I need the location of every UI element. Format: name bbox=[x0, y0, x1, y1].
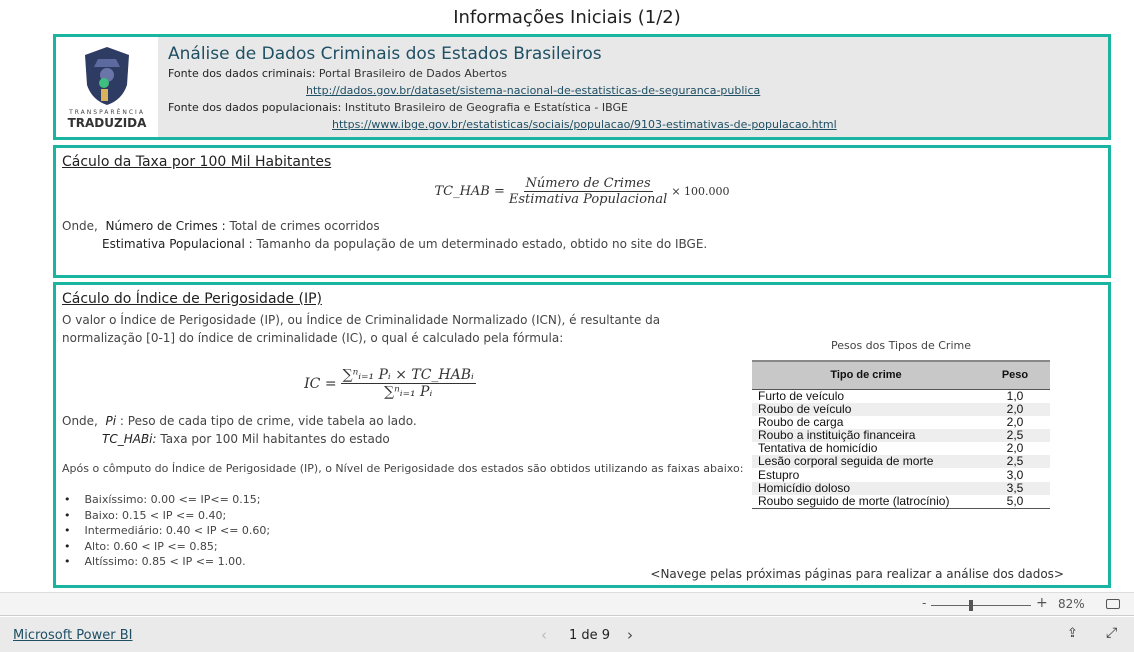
spy-shield-icon bbox=[85, 46, 129, 105]
power-bi-link[interactable]: Microsoft Power BI bbox=[13, 628, 132, 643]
crime-type: Homicídio doloso bbox=[752, 481, 980, 495]
fit-page-icon[interactable] bbox=[1106, 599, 1120, 609]
list-item: Baixo: 0.15 < IP <= 0.40; bbox=[62, 508, 1102, 524]
crime-weight: 2,0 bbox=[1006, 414, 1024, 429]
crime-type: Roubo de carga bbox=[758, 414, 844, 429]
crime-weight: 1,0 bbox=[1006, 388, 1024, 403]
next-page-icon[interactable]: › bbox=[627, 626, 633, 644]
page-indicator: 1 de 9 bbox=[569, 628, 611, 643]
zoom-level: 82% bbox=[1058, 597, 1085, 611]
crime-type: Estupro bbox=[758, 467, 800, 482]
section-title: Cáculo do Índice de Perigosidade (IP) bbox=[62, 291, 322, 307]
crime-weight: 2,0 bbox=[1006, 441, 1024, 456]
table-row: Homicídio doloso 3,5 bbox=[752, 481, 1050, 495]
crime-weight: 3,5 bbox=[980, 481, 1050, 495]
crime-type: Furto de veículo bbox=[758, 388, 845, 403]
population-source-link[interactable]: https://www.ibge.gov.br/estatisticas/soc… bbox=[332, 118, 837, 131]
zoom-out-button[interactable]: - bbox=[922, 596, 926, 610]
crime-weight: 2,5 bbox=[980, 428, 1050, 443]
table-row: Furto de veículo 1,0 bbox=[752, 389, 1050, 403]
table-row: Estupro 3,0 bbox=[752, 468, 1050, 481]
crime-type: Roubo a instituição financeira bbox=[752, 428, 980, 443]
crime-weight: 5,0 bbox=[1006, 493, 1024, 508]
crime-weight: 2,0 bbox=[980, 402, 1050, 416]
share-icon[interactable]: ⇪ bbox=[1067, 626, 1078, 641]
taxa-card: Cáculo da Taxa por 100 Mil Habitantes TC… bbox=[53, 145, 1111, 278]
ic-formula: IC = ∑ⁿᵢ₌₁ Pᵢ × TC_HABᵢ ∑ⁿᵢ₌₁ Pᵢ bbox=[304, 367, 476, 400]
ip-card: Cáculo do Índice de Perigosidade (IP) O … bbox=[53, 282, 1111, 588]
crime-weight: 2,5 bbox=[980, 455, 1050, 469]
fullscreen-icon[interactable]: ⤢ bbox=[1106, 625, 1117, 641]
table-row: Roubo a instituição financeira 2,5 bbox=[752, 428, 1050, 443]
list-item: Intermediário: 0.40 < IP <= 0.60; bbox=[62, 523, 1102, 539]
zoom-in-button[interactable]: + bbox=[1036, 595, 1048, 611]
report-title: Análise de Dados Criminais dos Estados B… bbox=[168, 44, 602, 64]
zoom-bar: - + 82% bbox=[0, 592, 1134, 616]
zoom-slider[interactable] bbox=[931, 600, 1031, 611]
table-row: Roubo seguido de morte (latrocínio) 5,0 bbox=[752, 495, 1050, 509]
weights-table: Pesos dos Tipos de Crime Tipo de crime Pe… bbox=[752, 339, 1050, 509]
header-card: TRANSPARÊNCIA TRADUZIDA Análise de Dados… bbox=[53, 34, 1111, 140]
crime-weight: 3,0 bbox=[1006, 467, 1024, 482]
crime-source-link[interactable]: http://dados.gov.br/dataset/sistema-naci… bbox=[306, 84, 760, 97]
table-row: Roubo de carga 2,0 bbox=[752, 414, 1050, 429]
prev-page-icon[interactable]: ‹ bbox=[541, 626, 547, 644]
crime-type: Roubo de veículo bbox=[752, 402, 980, 416]
footer: Microsoft Power BI ‹ 1 de 9 › ⇪ ⤢ bbox=[0, 617, 1134, 652]
tc-hab-formula: TC_HAB = Número de Crimes Estimativa Popu… bbox=[434, 176, 730, 207]
page-title: Informações Iniciais (1/2) bbox=[453, 7, 681, 28]
nav-hint: <Navege pelas próximas páginas para real… bbox=[650, 567, 1064, 581]
crime-type: Roubo seguido de morte (latrocínio) bbox=[758, 493, 950, 508]
section-title: Cáculo da Taxa por 100 Mil Habitantes bbox=[62, 154, 332, 170]
list-item: Alto: 0.60 < IP <= 0.85; bbox=[62, 539, 1102, 555]
crime-type: Tentativa de homicídio bbox=[758, 441, 878, 456]
zoom-slider-handle[interactable] bbox=[969, 600, 973, 611]
table-row: Tentativa de homicídio 2,0 bbox=[752, 442, 1050, 455]
logo: TRANSPARÊNCIA TRADUZIDA bbox=[56, 37, 158, 137]
table-row: Lesão corporal seguida de morte 2,5 bbox=[752, 455, 1050, 469]
table-row: Roubo de veículo 2,0 bbox=[752, 402, 1050, 416]
crime-type: Lesão corporal seguida de morte bbox=[752, 455, 980, 469]
